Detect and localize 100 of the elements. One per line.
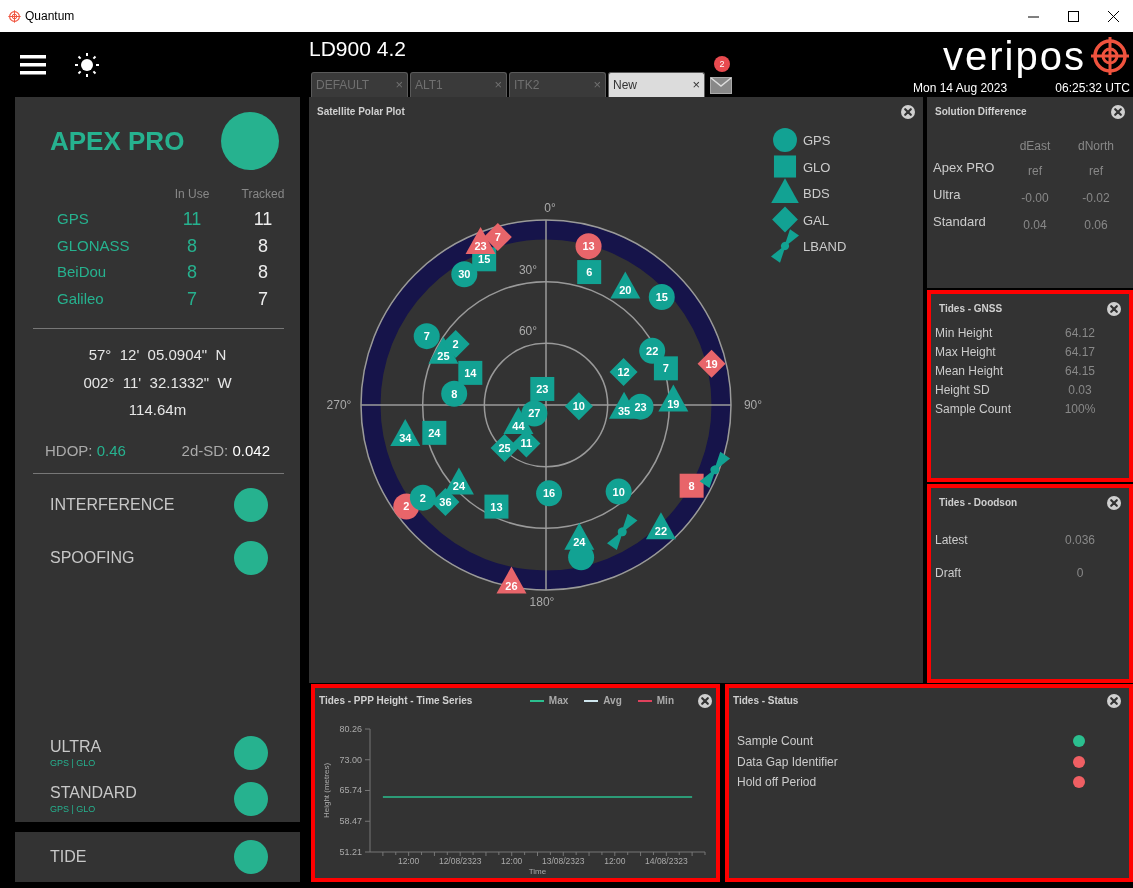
panel-title: Tides - PPP Height - Time Series xyxy=(319,695,473,707)
row-label: Ultra xyxy=(933,186,962,204)
tab-close-button[interactable]: × xyxy=(593,77,601,93)
tick-label: 73.00 xyxy=(339,754,362,765)
in-use-count: 8 xyxy=(186,261,198,284)
tracked-count: 11 xyxy=(252,208,274,231)
tick-label: 12:00 xyxy=(604,856,626,866)
threat-label: INTERFERENCE xyxy=(50,495,175,515)
mail-icon[interactable] xyxy=(710,77,732,94)
axis-label: 180° xyxy=(529,595,555,609)
close-icon[interactable] xyxy=(1107,496,1121,510)
legend-item: Avg xyxy=(584,695,622,707)
field-label: Mean Height xyxy=(935,363,1005,380)
satellite-marker: 20 xyxy=(610,271,641,299)
in-use-count: 8 xyxy=(186,234,198,258)
satellite-marker: 7 xyxy=(413,323,440,350)
tab-close-button[interactable]: × xyxy=(494,77,502,93)
table-cell-text: -0.02 xyxy=(1081,190,1111,207)
sun-icon[interactable] xyxy=(75,52,99,77)
constellation-name: GLONASS xyxy=(57,235,131,256)
field-value: 64.15 xyxy=(1064,363,1096,380)
field-label: Draft xyxy=(935,565,962,582)
window-title: Quantum xyxy=(25,8,75,24)
axis-label: 0° xyxy=(544,201,556,215)
legend-item: GPS xyxy=(773,128,831,152)
tracked-count: 8 xyxy=(257,234,269,258)
tick-label: 13/08/2323 xyxy=(542,856,585,866)
satellite-marker: 6 xyxy=(577,260,602,285)
tick-label: 14/08/2323 xyxy=(645,856,688,866)
field-value: 0 xyxy=(1075,565,1085,582)
status-label: Sample Count xyxy=(737,734,814,749)
in-use-count: 11 xyxy=(181,208,203,231)
field-label: Latest xyxy=(935,532,969,549)
maximize-icon[interactable] xyxy=(1067,10,1079,22)
position-text: 002° 11' 32.1332" W xyxy=(82,372,233,393)
field-value: 64.17 xyxy=(1064,344,1096,361)
legend-item: Min xyxy=(637,695,674,707)
satellite-marker: 34 xyxy=(390,418,421,446)
tick-label: 51.21 xyxy=(339,847,362,857)
field-label: Min Height xyxy=(935,325,994,342)
close-icon[interactable] xyxy=(901,105,915,119)
tab-close-button[interactable]: × xyxy=(395,77,403,93)
field-value: 64.12 xyxy=(1064,325,1096,342)
axis-label: 270° xyxy=(326,398,352,412)
close-icon[interactable] xyxy=(1107,302,1121,316)
menu-icon[interactable] xyxy=(20,54,46,75)
satellite-marker: 15 xyxy=(648,284,675,311)
sd-value: 0.042 xyxy=(232,441,270,459)
satellite-marker: 8 xyxy=(441,380,468,407)
close-icon[interactable] xyxy=(698,694,712,708)
table-cell-text: ref xyxy=(1027,163,1043,180)
legend-item: BDS xyxy=(771,178,830,204)
tracked-count: 7 xyxy=(257,287,269,311)
target-icon xyxy=(1090,36,1130,76)
row-label: Standard xyxy=(933,213,987,231)
service-signals: GPS | GLO xyxy=(50,757,97,769)
tab[interactable]: New × xyxy=(608,72,705,97)
close-icon[interactable] xyxy=(1111,105,1125,119)
date-text: Mon 14 Aug 2023 xyxy=(913,81,1008,96)
service-signals: GPS | GLO xyxy=(50,803,97,815)
satellite-marker: 19 xyxy=(658,384,689,412)
table-cell-text: 0.06 xyxy=(1083,217,1109,234)
panel-title: Solution Difference xyxy=(935,106,1027,118)
axis-label: 90° xyxy=(743,398,763,412)
target-icon xyxy=(8,9,21,23)
satellite-marker: 12 xyxy=(609,358,638,387)
satellite-marker: 7 xyxy=(653,356,678,381)
tick-label: 58.47 xyxy=(339,816,362,827)
field-value: 0.036 xyxy=(1064,532,1096,549)
axis-title: Height (metres) xyxy=(322,762,331,819)
row-label: Apex PRO xyxy=(933,159,996,177)
axis-label: 60° xyxy=(518,324,538,339)
tick-label: 12:00 xyxy=(501,856,523,866)
field-label: Max Height xyxy=(935,344,997,361)
panel-title: Tides - GNSS xyxy=(939,303,1003,315)
satellite-marker: 26 xyxy=(496,566,527,594)
tick-label: 80.26 xyxy=(339,724,362,734)
tab-close-button[interactable]: × xyxy=(692,77,700,93)
tick-label: 12/08/2323 xyxy=(438,856,482,866)
constellation-name: BeiDou xyxy=(57,262,108,282)
close-icon[interactable] xyxy=(1107,694,1121,708)
axis-label: 30° xyxy=(518,262,538,277)
field-label: Sample Count xyxy=(935,401,1013,418)
field-label: Height SD xyxy=(935,382,991,399)
satellite-marker: 24 xyxy=(422,420,447,445)
table-cell-text: 0.04 xyxy=(1022,217,1048,234)
hdop-value: 0.46 xyxy=(96,441,126,459)
in-use-count: 7 xyxy=(186,287,198,311)
axis-title: Time xyxy=(528,867,547,876)
tick-label: 12:00 xyxy=(398,856,420,866)
close-icon[interactable] xyxy=(1107,10,1119,22)
service-name: ULTRA xyxy=(50,737,102,757)
column-header: dNorth xyxy=(1077,138,1115,155)
position-text: 114.64m xyxy=(127,400,188,420)
satellite-marker: 2 xyxy=(409,484,436,511)
time-text: 06:25:32 UTC xyxy=(1055,81,1130,96)
table-cell-text: -0.00 xyxy=(1020,190,1050,207)
tracked-count: 8 xyxy=(257,261,269,284)
hdop-label: HDOP: xyxy=(45,441,93,459)
sd-label: 2d-SD: xyxy=(181,441,229,459)
